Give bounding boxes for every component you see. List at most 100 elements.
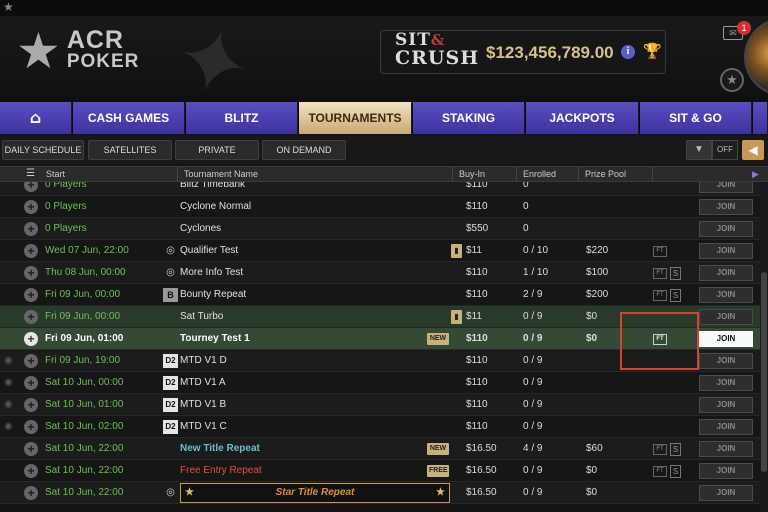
join-button[interactable]: JOIN xyxy=(699,243,753,259)
sort-icon[interactable]: ☰ xyxy=(26,168,35,179)
table-row[interactable]: + Fri 09 Jun, 00:00 B Bounty Repeat $110… xyxy=(0,284,760,306)
expand-icon[interactable]: + xyxy=(24,182,38,192)
buyin-cell: $110 xyxy=(466,267,488,278)
expand-icon[interactable]: + xyxy=(24,222,38,236)
expand-icon[interactable]: + xyxy=(24,266,38,280)
expand-icon[interactable]: + xyxy=(24,288,38,302)
scrollbar[interactable] xyxy=(760,182,768,512)
expand-icon[interactable]: + xyxy=(24,420,38,434)
table-header: ☰ Start Tournament Name Buy-In Enrolled … xyxy=(0,166,768,182)
expand-icon[interactable]: + xyxy=(24,376,38,390)
expand-icon[interactable]: + xyxy=(24,354,38,368)
home-tab[interactable]: ⌂ xyxy=(0,102,72,134)
table-row[interactable]: + 0 Players Blitz Timebank $110 0 JOIN xyxy=(0,182,760,196)
sit-crush-jackpot[interactable]: SIT& CRUSH $123,456,789.00 i 🏆 xyxy=(380,30,666,74)
tab-jackpots[interactable]: JACKPOTS xyxy=(526,102,639,134)
tab-cash-games[interactable]: CASH GAMES xyxy=(73,102,185,134)
tab-tournaments[interactable]: TOURNAMENTS xyxy=(299,102,412,134)
collapse-arrow-icon[interactable]: ◀ xyxy=(742,140,764,160)
join-button[interactable]: JOIN xyxy=(699,419,753,435)
fast-table-icon: FT xyxy=(653,466,667,477)
expand-icon[interactable]: + xyxy=(24,200,38,214)
join-button[interactable]: JOIN xyxy=(699,199,753,215)
table-row[interactable]: + Sat 10 Jun, 22:00 ◎ ★ Star Title Repea… xyxy=(0,482,760,504)
col-start[interactable]: Start xyxy=(40,167,177,182)
column-scroll-arrow-icon[interactable]: ▶ xyxy=(752,167,759,182)
start-cell: Sat 10 Jun, 22:00 xyxy=(45,487,124,498)
join-button[interactable]: JOIN xyxy=(699,309,753,325)
enrolled-cell: 1 / 10 xyxy=(523,267,549,278)
join-button[interactable]: JOIN xyxy=(699,182,753,193)
join-button[interactable]: JOIN xyxy=(699,331,753,347)
fast-table-icon: FT xyxy=(653,268,667,279)
col-prize-pool[interactable]: Prize Pool xyxy=(578,167,652,182)
table-row[interactable]: + Wed 07 Jun, 22:00 ◎ Qualifier Test ▮ $… xyxy=(0,240,760,262)
expand-icon[interactable]: + xyxy=(24,244,38,258)
join-button[interactable]: JOIN xyxy=(699,221,753,237)
table-row[interactable]: + 0 Players Cyclone Normal $110 0 JOIN xyxy=(0,196,760,218)
prize-cell: $200 xyxy=(586,289,609,300)
enrolled-cell: 0 / 9 xyxy=(523,377,543,388)
name-cell: MTD V1 A xyxy=(180,377,226,388)
expand-icon[interactable]: + xyxy=(24,486,38,500)
buyin-cell: $110 xyxy=(466,182,488,190)
buyin-cell: $11 xyxy=(466,311,482,322)
table-row[interactable]: ◉ + Sat 10 Jun, 01:00 D2 MTD V1 B $110 0… xyxy=(0,394,760,416)
tab-more[interactable] xyxy=(753,102,768,134)
expand-icon[interactable]: + xyxy=(24,310,38,324)
name-cell: Cyclones xyxy=(180,223,222,234)
hidden-eye-icon[interactable]: ◉ xyxy=(4,350,18,372)
start-cell: Fri 09 Jun, 00:00 xyxy=(45,289,121,300)
tab-staking[interactable]: STAKING xyxy=(413,102,525,134)
table-row[interactable]: + Sat 10 Jun, 22:00 New Title Repeat NEW… xyxy=(0,438,760,460)
buyin-cell: $16.50 xyxy=(466,465,497,476)
star-icon: ★ xyxy=(185,487,194,498)
expand-icon[interactable]: + xyxy=(24,332,38,346)
tab-blitz[interactable]: BLITZ xyxy=(186,102,298,134)
fast-table-icon: FT xyxy=(653,290,667,301)
join-button[interactable]: JOIN xyxy=(699,375,753,391)
join-button[interactable]: JOIN xyxy=(699,441,753,457)
private-button[interactable]: PRIVATE xyxy=(175,140,259,160)
col-tournament-name[interactable]: Tournament Name xyxy=(177,167,452,182)
expand-icon[interactable]: + xyxy=(24,442,38,456)
join-button[interactable]: JOIN xyxy=(699,287,753,303)
satellites-button[interactable]: SATELLITES xyxy=(88,140,172,160)
start-cell: Fri 09 Jun, 00:00 xyxy=(45,311,121,322)
filter-icon[interactable]: ▼ xyxy=(686,140,712,160)
daily-schedule-button[interactable]: DAILY SCHEDULE xyxy=(2,140,84,160)
hidden-eye-icon[interactable]: ◉ xyxy=(4,416,18,438)
start-cell: Sat 10 Jun, 00:00 xyxy=(45,377,124,388)
table-row[interactable]: + Thu 08 Jun, 00:00 ◎ More Info Test $11… xyxy=(0,262,760,284)
buyin-cell: $110 xyxy=(466,399,488,410)
enrolled-cell: 0 xyxy=(523,182,529,190)
trophy-icon[interactable]: 🏆 xyxy=(643,42,662,60)
prize-cell: $220 xyxy=(586,245,609,256)
join-button[interactable]: JOIN xyxy=(699,485,753,501)
scroll-thumb[interactable] xyxy=(761,272,767,472)
tab-sit-and-go[interactable]: SIT & GO xyxy=(640,102,752,134)
table-row[interactable]: + Sat 10 Jun, 22:00 Free Entry Repeat FR… xyxy=(0,460,760,482)
info-icon[interactable]: i xyxy=(621,45,635,59)
col-enrolled[interactable]: Enrolled xyxy=(516,167,578,182)
expand-icon[interactable]: + xyxy=(24,464,38,478)
enrolled-cell: 0 / 9 xyxy=(523,421,543,432)
hidden-eye-icon[interactable]: ◉ xyxy=(4,372,18,394)
join-button[interactable]: JOIN xyxy=(699,265,753,281)
expand-icon[interactable]: + xyxy=(24,398,38,412)
name-cell: Cyclone Normal xyxy=(180,201,252,212)
hidden-eye-icon[interactable]: ◉ xyxy=(4,394,18,416)
table-row[interactable]: + 0 Players Cyclones $550 0 JOIN xyxy=(0,218,760,240)
join-button[interactable]: JOIN xyxy=(699,463,753,479)
on-demand-button[interactable]: ON DEMAND xyxy=(262,140,346,160)
name-cell: MTD V1 B xyxy=(180,399,227,410)
table-row[interactable]: ◉ + Sat 10 Jun, 00:00 D2 MTD V1 A $110 0… xyxy=(0,372,760,394)
join-button[interactable]: JOIN xyxy=(699,397,753,413)
join-button[interactable]: JOIN xyxy=(699,353,753,369)
dollar-icon: S xyxy=(670,289,681,302)
main-nav: ⌂ CASH GAMES BLITZ TOURNAMENTS STAKING J… xyxy=(0,102,768,134)
col-buyin[interactable]: Buy-In xyxy=(452,167,516,182)
rank-star-icon[interactable]: ★ xyxy=(720,68,744,92)
filter-toggle[interactable]: OFF xyxy=(712,140,738,160)
table-row[interactable]: ◉ + Sat 10 Jun, 02:00 D2 MTD V1 C $110 0… xyxy=(0,416,760,438)
